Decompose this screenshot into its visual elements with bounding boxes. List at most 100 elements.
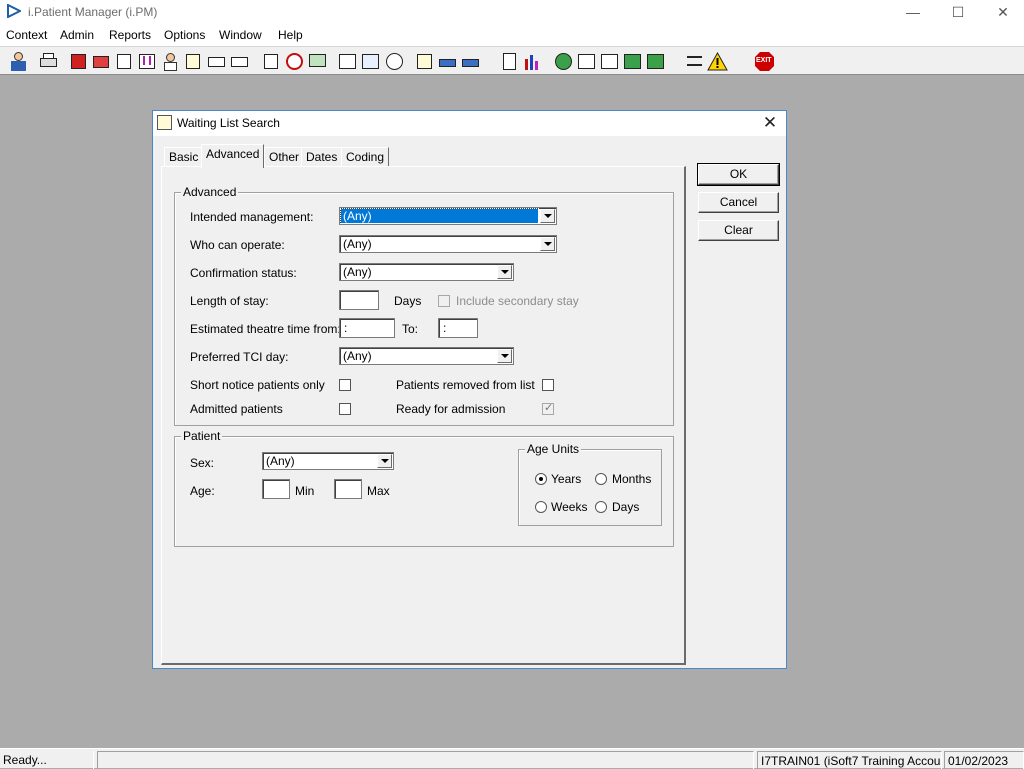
report-chart-icon[interactable] [522,51,543,72]
exit-icon[interactable]: EXIT [754,51,775,72]
patient-group: Patient Sex: (Any) Age: Min Max Age Unit… [174,429,674,547]
include-secondary-stay-label: Include secondary stay [456,294,579,308]
theatre-time-label: Estimated theatre time from: [190,322,341,336]
who-can-operate-select[interactable]: (Any) [339,235,557,253]
list-icon[interactable] [337,51,358,72]
waiting-list-icon [157,115,172,130]
age-min-input[interactable] [262,479,290,499]
page-icon[interactable] [499,51,520,72]
status-text: Ready... [0,751,94,769]
theatre-time-from-input[interactable]: : [339,318,395,338]
menu-window[interactable]: Window [219,28,262,42]
age-unit-years-label: Years [551,472,582,486]
checkmark-icon: ✓ [544,402,554,414]
ready-for-admission-checkbox[interactable]: ✓ [542,402,554,415]
print-icon[interactable] [38,51,59,72]
age-unit-weeks-radio[interactable] [535,501,547,513]
menu-reports[interactable]: Reports [109,28,151,42]
ward-icon[interactable] [460,51,481,72]
dialog-close-button[interactable]: ✕ [759,112,781,134]
menu-context[interactable]: Context [6,28,47,42]
check-list-icon[interactable] [576,51,597,72]
preferred-tci-day-label: Preferred TCI day: [190,350,289,364]
removed-from-list-label: Patients removed from list [396,378,535,392]
sync-icon[interactable] [645,51,666,72]
admitted-patients-checkbox[interactable] [339,403,351,415]
folder-icon[interactable] [91,51,112,72]
menu-help[interactable]: Help [278,28,303,42]
menu-admin[interactable]: Admin [60,28,94,42]
dialog-titlebar[interactable]: Waiting List Search ✕ [153,111,786,136]
confirmation-status-select[interactable]: (Any) [339,263,514,281]
tab-coding[interactable]: Coding [341,147,390,167]
ok-button[interactable]: OK [697,163,780,186]
doctor-icon[interactable] [160,51,181,72]
approve-icon[interactable] [599,51,620,72]
notes-icon[interactable] [360,51,381,72]
age-min-label: Min [295,484,315,498]
age-units-legend: Age Units [525,442,582,456]
referral-icon[interactable] [137,51,158,72]
who-can-operate-label: Who can operate: [190,238,285,252]
preferred-tci-day-select[interactable]: (Any) [339,347,514,365]
cancel-button[interactable]: Cancel [698,192,779,213]
days-unit-label: Days [394,294,422,308]
age-unit-years-radio[interactable] [535,473,547,485]
app-logo-icon [7,4,21,18]
app-title: i.Patient Manager (i.PM) [28,5,158,19]
form-icon[interactable] [183,51,204,72]
confirmation-status-label: Confirmation status: [190,266,297,280]
include-secondary-stay-checkbox[interactable] [438,295,450,307]
cancel-document-icon[interactable] [261,51,282,72]
chevron-down-icon[interactable] [540,209,555,223]
minimize-button[interactable]: — [890,0,936,24]
patient-icon[interactable] [8,51,29,72]
chevron-down-icon[interactable] [540,237,555,251]
ambulance-icon[interactable] [206,51,227,72]
confirmation-status-value: (Any) [343,265,372,279]
intended-management-select[interactable]: (Any) [339,207,557,225]
tab-basic[interactable]: Basic [164,147,204,167]
bed-icon[interactable] [437,51,458,72]
status-account: I7TRAIN01 (iSoft7 Training Account) [757,751,942,769]
transport-icon[interactable] [229,51,250,72]
maximize-button[interactable]: ☐ [935,0,981,24]
chevron-down-icon[interactable] [377,454,392,468]
monitor-icon[interactable] [307,51,328,72]
download-icon[interactable] [622,51,643,72]
short-notice-checkbox[interactable] [339,379,351,391]
close-window-button[interactable]: ✕ [980,0,1024,24]
status-date: 01/02/2023 [944,751,1024,769]
intended-management-value: (Any) [340,208,539,224]
theatre-time-to-input[interactable]: : [438,318,478,338]
age-max-input[interactable] [334,479,362,499]
age-unit-days-radio[interactable] [595,501,607,513]
status-bar: Ready... I7TRAIN01 (iSoft7 Training Acco… [0,748,1024,769]
age-unit-months-radio[interactable] [595,473,607,485]
menu-options[interactable]: Options [164,28,205,42]
dialog-title: Waiting List Search [177,116,280,130]
chevron-down-icon[interactable] [497,265,512,279]
tab-other[interactable]: Other [264,147,305,167]
sex-select[interactable]: (Any) [262,452,394,470]
globe-icon[interactable] [553,51,574,72]
removed-from-list-checkbox[interactable] [542,379,554,391]
intended-management-label: Intended management: [190,210,314,224]
length-of-stay-input[interactable] [339,290,379,310]
admitted-patients-label: Admitted patients [190,402,283,416]
app-titlebar[interactable]: i.Patient Manager (i.PM) — ☐ ✕ [0,0,1024,26]
preferred-tci-day-value: (Any) [343,349,372,363]
schedule-icon[interactable] [384,51,405,72]
patient-legend: Patient [181,429,223,443]
clear-button[interactable]: Clear [698,220,779,241]
age-unit-days-label: Days [612,500,640,514]
clock-icon[interactable] [284,51,305,72]
warning-icon[interactable] [707,51,728,72]
waiting-list-icon[interactable] [414,51,435,72]
swap-icon[interactable] [684,51,705,72]
chevron-down-icon[interactable] [497,349,512,363]
tab-advanced[interactable]: Advanced [201,144,265,168]
book-icon[interactable] [68,51,89,72]
document-icon[interactable] [114,51,135,72]
tab-dates[interactable]: Dates [301,147,343,167]
